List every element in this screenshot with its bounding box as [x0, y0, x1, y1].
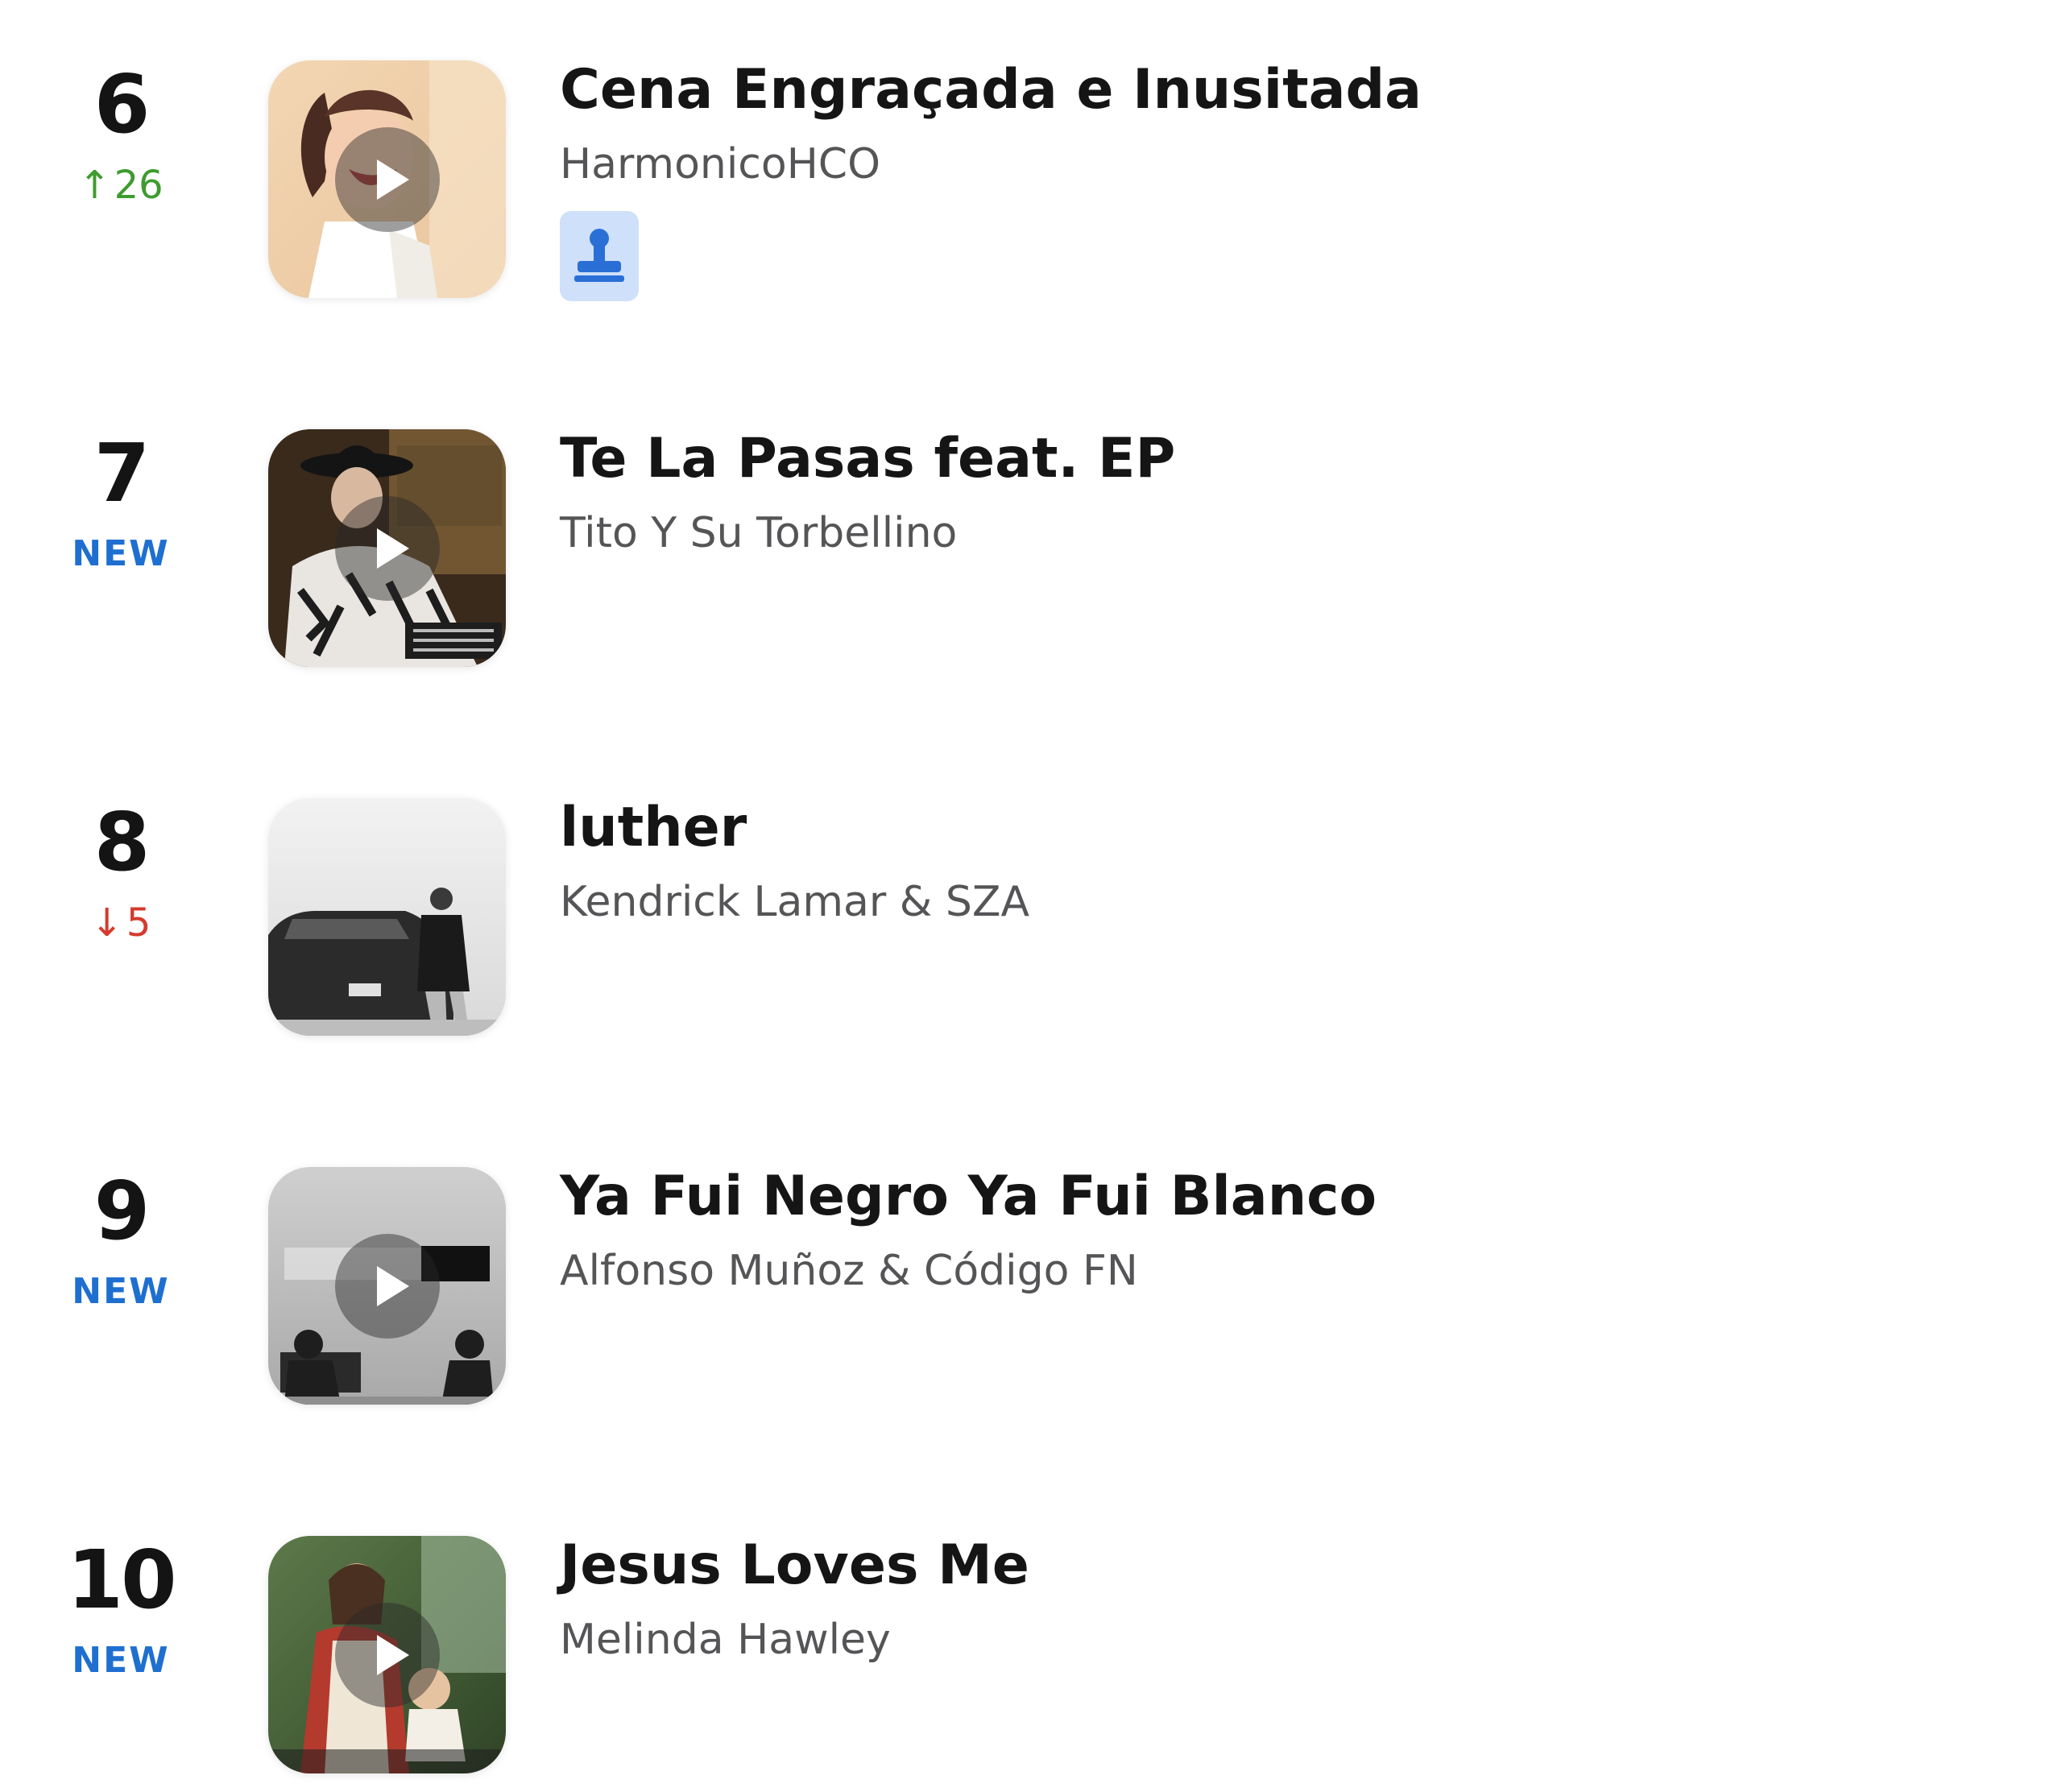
album-artwork[interactable]: [268, 1167, 506, 1405]
arrow-down-icon: ↓: [90, 900, 123, 946]
rank-column: 10 NEW: [48, 1475, 193, 1717]
play-button[interactable]: [335, 496, 440, 601]
chart-row-8[interactable]: 8 ↓5 luther Kendrick Lamar & SZA: [0, 738, 2062, 1036]
track-title[interactable]: Ya Fui Negro Ya Fui Blanco: [560, 1163, 2026, 1231]
play-button[interactable]: [335, 1234, 440, 1339]
chart-row-9[interactable]: 9 NEW Ya Fui Negro Ya Fui Blanco Alfonso…: [0, 1107, 2062, 1405]
track-artist[interactable]: Melinda Hawley: [560, 1614, 2026, 1666]
play-button[interactable]: [335, 1603, 440, 1707]
track-artist[interactable]: Kendrick Lamar & SZA: [560, 876, 2026, 928]
stamp-badge[interactable]: [560, 211, 639, 301]
album-artwork[interactable]: [268, 60, 506, 298]
track-title[interactable]: Jesus Loves Me: [560, 1532, 2026, 1600]
chart-rank: 8: [93, 795, 151, 889]
chart-rank: 9: [93, 1164, 151, 1258]
track-info: Cena Engraçada e Inusitada HarmonicoHCO: [560, 56, 2026, 301]
rank-movement-up: ↑26: [48, 161, 193, 209]
stamp-icon: [574, 229, 624, 282]
track-title[interactable]: luther: [560, 794, 2026, 862]
rank-movement-value: 5: [126, 900, 151, 946]
play-button[interactable]: [335, 127, 440, 232]
rank-movement-new: NEW: [72, 533, 170, 574]
chart-row-7[interactable]: 7 NEW Te La Pasas feat. EP Tito Y Su Tor…: [0, 369, 2062, 667]
album-artwork[interactable]: [268, 429, 506, 667]
album-artwork[interactable]: [268, 798, 506, 1036]
rank-column: 6 ↑26: [48, 0, 193, 242]
rank-column: 8 ↓5: [48, 738, 193, 979]
track-artist[interactable]: Alfonso Muñoz & Código FN: [560, 1245, 2026, 1297]
rank-movement-value: 26: [114, 163, 164, 208]
man-by-car-bw-artwork: [268, 798, 506, 1036]
track-info: Ya Fui Negro Ya Fui Blanco Alfonso Muñoz…: [560, 1163, 2026, 1297]
rank-column: 9 NEW: [48, 1107, 193, 1348]
track-title[interactable]: Cena Engraçada e Inusitada: [560, 56, 2026, 124]
album-artwork[interactable]: [268, 1536, 506, 1773]
arrow-up-icon: ↑: [78, 163, 111, 208]
track-info: luther Kendrick Lamar & SZA: [560, 794, 2026, 928]
rank-movement-down: ↓5: [48, 899, 193, 947]
chart-rank: 7: [93, 426, 151, 520]
track-artist[interactable]: HarmonicoHCO: [560, 139, 2026, 190]
rank-column: 7 NEW: [48, 369, 193, 610]
chart-row-10[interactable]: 10 NEW Jesus Loves Me Melinda Hawley: [0, 1475, 2062, 1773]
rank-movement-new: NEW: [72, 1271, 170, 1312]
track-title[interactable]: Te La Pasas feat. EP: [560, 425, 2026, 493]
chart-rank: 6: [93, 57, 151, 151]
chart-list: 6 ↑26 Cena Engraçada e Inusitada Harmoni…: [0, 0, 2062, 1792]
chart-rank: 10: [67, 1533, 176, 1627]
play-icon: [377, 528, 409, 569]
chart-row-6[interactable]: 6 ↑26 Cena Engraçada e Inusitada Harmoni…: [0, 0, 2062, 301]
track-info: Te La Pasas feat. EP Tito Y Su Torbellin…: [560, 425, 2026, 559]
rank-movement-new: NEW: [72, 1640, 170, 1681]
track-info: Jesus Loves Me Melinda Hawley: [560, 1532, 2026, 1666]
track-artist[interactable]: Tito Y Su Torbellino: [560, 507, 2026, 559]
play-icon: [377, 1266, 409, 1306]
play-icon: [377, 1635, 409, 1675]
play-icon: [377, 159, 409, 200]
